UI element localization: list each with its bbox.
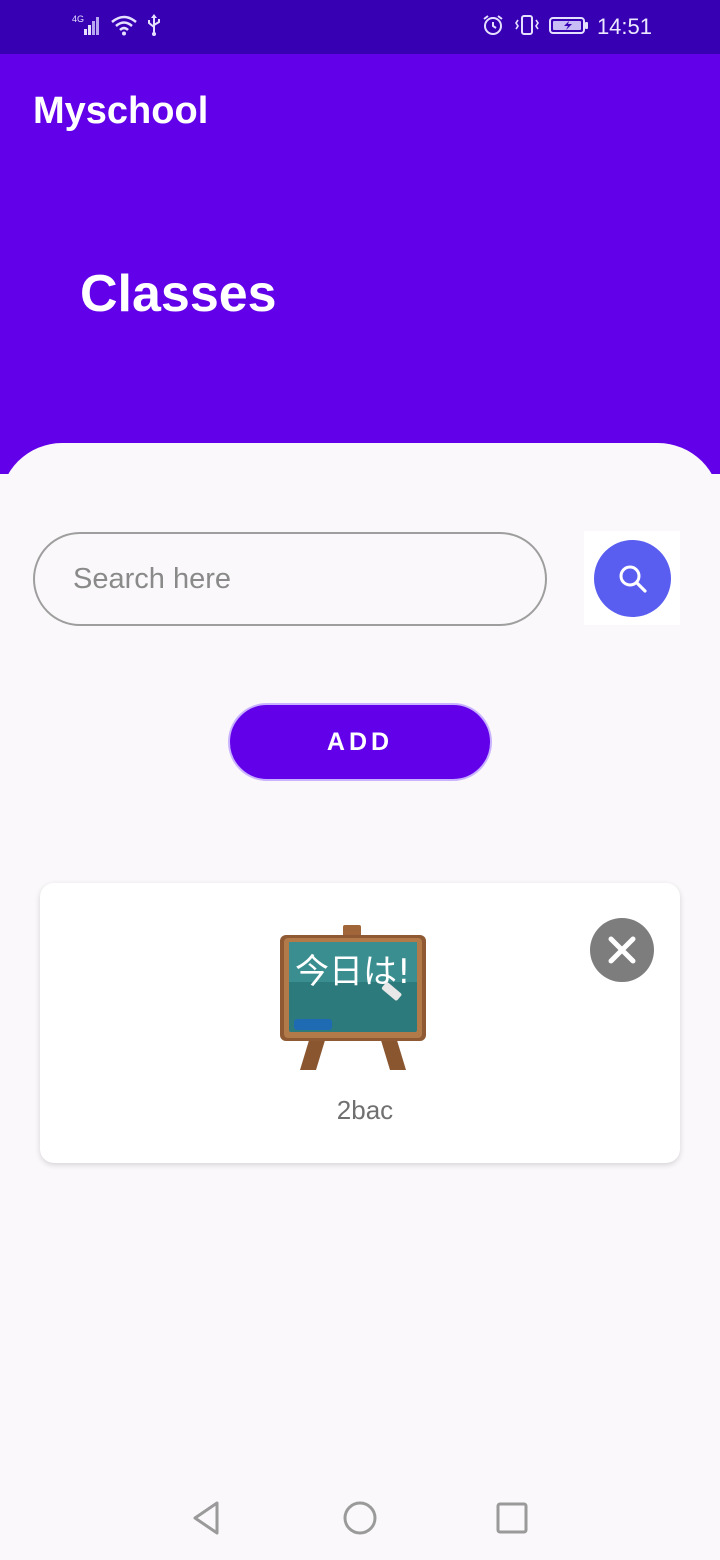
nav-recents-button[interactable] (492, 1498, 532, 1538)
delete-class-button[interactable] (590, 918, 654, 982)
recents-icon (496, 1502, 528, 1534)
battery-charging-icon (548, 13, 589, 42)
chalkboard-text: 今日は! (295, 952, 411, 992)
status-bar: 4G 14:51 (0, 0, 720, 54)
network-type: 4G (72, 14, 84, 24)
nav-home-button[interactable] (340, 1498, 380, 1538)
search-button-container (584, 531, 680, 625)
home-icon (343, 1501, 377, 1535)
search-button[interactable] (594, 540, 671, 617)
system-nav-bar (0, 1476, 720, 1560)
status-left-icons: 4G (72, 13, 162, 42)
app-title: Myschool (33, 90, 209, 132)
close-icon (608, 936, 636, 964)
app-bar: Myschool Classes (0, 54, 720, 474)
clock: 14:51 (596, 14, 652, 39)
back-icon (193, 1501, 219, 1535)
delete-button-container (589, 916, 657, 984)
alarm-icon (481, 13, 505, 42)
nav-back-button[interactable] (186, 1498, 226, 1538)
class-card[interactable]: 今日は! 2bac (40, 883, 680, 1163)
wifi-icon (110, 13, 138, 42)
add-button[interactable]: ADD (228, 703, 492, 781)
signal-icon: 4G (72, 13, 102, 42)
search-input[interactable] (33, 532, 547, 626)
class-name: 2bac (336, 1095, 394, 1125)
page-title: Classes (80, 265, 277, 323)
usb-icon (146, 13, 162, 42)
vibrate-icon (513, 13, 541, 42)
status-right-icons: 14:51 (481, 14, 652, 40)
chalkboard-icon: 今日は! (280, 925, 426, 1070)
search-icon (619, 565, 647, 593)
